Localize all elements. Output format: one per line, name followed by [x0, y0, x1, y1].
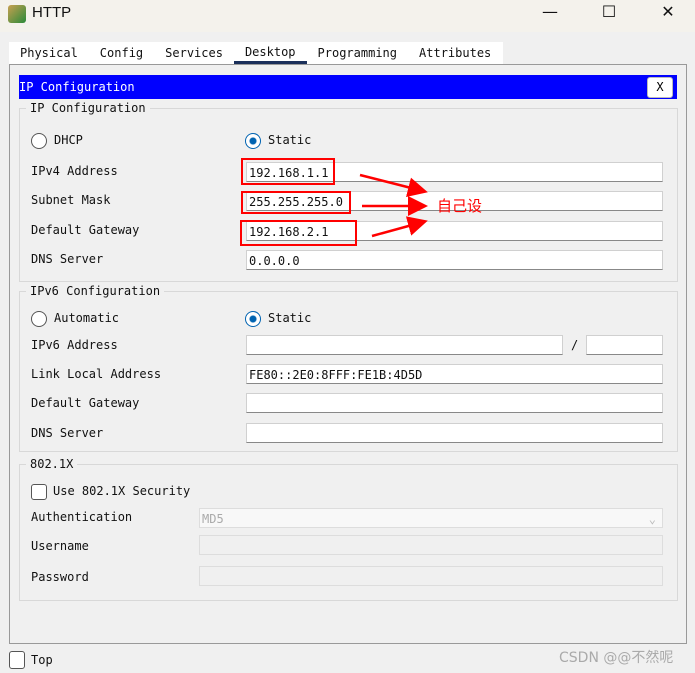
minimize-button[interactable]: —: [535, 2, 565, 21]
automatic-label: Automatic: [54, 311, 120, 325]
window-title: HTTP: [32, 4, 72, 21]
ipv6-address-label: IPv6 Address: [31, 338, 118, 352]
chevron-down-icon: ⌄: [648, 512, 656, 526]
ipv6-gateway-label: Default Gateway: [31, 396, 140, 410]
tab-desktop[interactable]: Desktop: [233, 42, 307, 64]
gateway-label: Default Gateway: [31, 223, 140, 237]
authentication-value: MD5: [202, 512, 224, 526]
dhcp-radio[interactable]: [31, 133, 47, 149]
ip-config-header: IP Configuration X: [19, 75, 677, 99]
ipv6-dns-input[interactable]: [246, 423, 663, 443]
tab-config[interactable]: Config: [89, 42, 154, 64]
subnet-label: Subnet Mask: [31, 193, 111, 207]
authentication-select[interactable]: MD5 ⌄: [199, 508, 663, 528]
close-ip-config-button[interactable]: X: [647, 77, 673, 98]
top-label: Top: [31, 653, 53, 667]
annotation-text: 自己设: [437, 197, 483, 215]
password-input[interactable]: [199, 566, 663, 586]
dns-label: DNS Server: [31, 252, 104, 266]
highlight-box-ipv4: [241, 158, 335, 185]
ipv4-label: IPv4 Address: [31, 164, 118, 178]
ipv6-dns-label: DNS Server: [31, 426, 104, 440]
automatic-radio[interactable]: [31, 311, 47, 327]
static-radio[interactable]: [245, 133, 261, 149]
tab-programming[interactable]: Programming: [307, 42, 408, 64]
ipv6-group-title: IPv6 Configuration: [26, 284, 165, 298]
highlight-box-mask: [241, 191, 351, 214]
tab-services[interactable]: Services: [154, 42, 234, 64]
highlight-box-gateway: [240, 220, 357, 246]
maximize-button[interactable]: ☐: [594, 2, 624, 21]
ipv6-gateway-input[interactable]: [246, 393, 663, 413]
tab-bar: Physical Config Services Desktop Program…: [9, 42, 503, 64]
watermark: CSDN @@不然呢: [559, 650, 674, 666]
arrow-icons: [359, 173, 428, 238]
app-icon: [8, 5, 26, 23]
top-checkbox[interactable]: [9, 651, 25, 669]
password-label: Password: [31, 570, 89, 584]
dot1x-group-title: 802.1X: [26, 457, 78, 471]
use-8021x-label: Use 802.1X Security: [53, 484, 191, 498]
username-label: Username: [31, 539, 89, 553]
dns-input[interactable]: 0.0.0.0: [246, 250, 663, 270]
tab-attributes[interactable]: Attributes: [408, 42, 502, 64]
header-title: IP Configuration: [19, 80, 135, 94]
arrow-icon: [371, 216, 428, 238]
link-local-label: Link Local Address: [31, 367, 162, 381]
username-input[interactable]: [199, 535, 663, 555]
title-bar: [0, 0, 695, 32]
ipv6-static-label: Static: [268, 311, 312, 325]
static-label: Static: [268, 133, 312, 147]
prefix-slash: /: [571, 338, 579, 352]
close-button[interactable]: ✕: [653, 2, 683, 21]
ipv4-group-title: IP Configuration: [26, 101, 150, 115]
authentication-label: Authentication: [31, 510, 133, 524]
link-local-input[interactable]: FE80::2E0:8FFF:FE1B:4D5D: [246, 364, 663, 384]
arrow-icon: [359, 173, 428, 197]
ipv6-static-radio[interactable]: [245, 311, 261, 327]
ipv6-prefix-input[interactable]: [586, 335, 663, 355]
ipv6-address-input[interactable]: [246, 335, 563, 355]
tab-physical[interactable]: Physical: [9, 42, 89, 64]
use-8021x-checkbox[interactable]: [31, 484, 47, 500]
dhcp-label: DHCP: [54, 133, 83, 147]
